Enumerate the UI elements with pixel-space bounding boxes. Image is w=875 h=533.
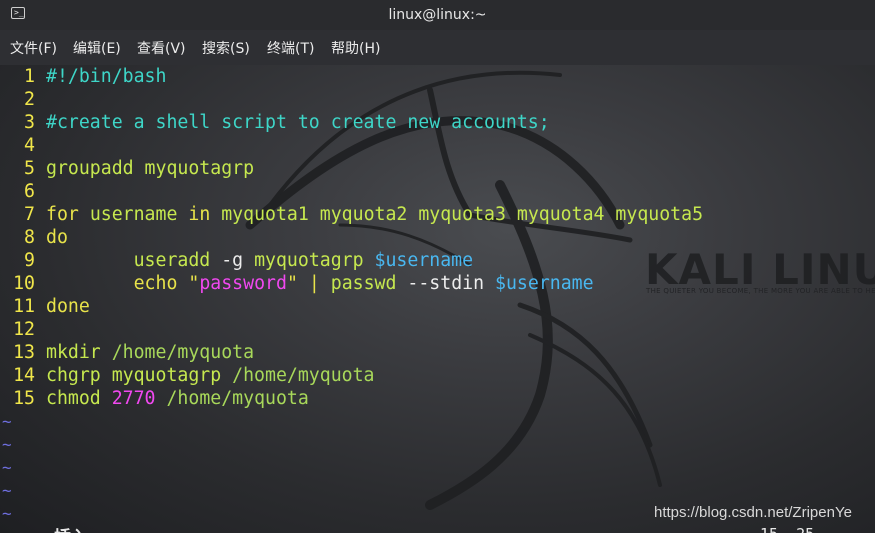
code-token: -g [221,250,244,271]
code-token: useradd [133,250,211,271]
menu-file[interactable]: 文件(F) [10,30,57,65]
code-token: $username [495,273,594,294]
tilde-marker: ~ [2,458,12,477]
menu-search[interactable]: 搜索(S) [202,30,250,65]
cursor-position: 15, 25 [760,525,814,533]
terminal-area[interactable]: KALI LINUX THE QUIETER YOU BECOME, THE M… [0,65,875,533]
line-number: 5 [24,158,35,179]
tilde-marker: ~ [2,481,12,500]
line-number: 12 [13,319,35,340]
code-line: 10 echo "password" | passwd --stdin $use… [0,272,594,295]
code-token: #create a shell script to create new acc… [46,112,550,133]
code-line: 14 chgrp myquotagrp /home/myquota [0,364,375,387]
code-token: #!/bin/bash [46,66,167,87]
line-number: 2 [24,89,35,110]
code-line: 1 #!/bin/bash [0,65,166,88]
code-line: 4 [0,134,46,157]
code-token: myquotagrp [254,250,364,271]
tilde-marker: ~ [2,412,12,431]
code-token: myquotagrp [111,365,222,386]
line-number: 14 [13,365,35,386]
code-token: | [297,273,331,294]
code-line: 6 [0,180,46,203]
code-line: 15 chmod 2770 /home/myquota [0,387,309,410]
code-token: echo [133,273,178,294]
menu-bar: 文件(F) 编辑(E) 查看(V) 搜索(S) 终端(T) 帮助(H) [0,30,875,66]
window-title: linux@linux:~ [388,7,487,23]
code-line: 11 done [0,295,90,318]
vim-mode-indicator: -- 插入 -- [34,523,108,533]
line-number: 6 [24,181,35,202]
code-token: do [46,227,68,248]
line-number: 4 [24,135,35,156]
line-number: 10 [13,273,35,294]
code-line: 9 useradd -g myquotagrp $username [0,249,473,272]
code-token: password [199,273,287,294]
code-line: 12 [0,318,46,341]
line-number: 3 [24,112,35,133]
code-line: 8 do [0,226,68,249]
title-bar: >_ linux@linux:~ [0,0,875,30]
tilde-marker: ~ [2,435,12,454]
code-line: 2 [0,88,46,111]
line-number: 7 [24,204,35,225]
line-number: 8 [24,227,35,248]
code-token: passwd [330,273,397,294]
line-number: 15 [13,388,35,409]
code-line: 7 for username in myquota1 myquota2 myquo… [0,203,703,226]
watermark: https://blog.csdn.net/ZripenYe [654,504,852,521]
code-token: mkdir [46,342,101,363]
code-token: 2770 [111,388,156,409]
code-token: /home/myquota [232,365,375,386]
code-token: groupadd myquotagrp [46,158,255,179]
code-token: in [188,204,211,225]
kali-dragon-logo [245,70,662,510]
code-token: /home/myquota [166,388,309,409]
kali-tagline: THE QUIETER YOU BECOME, THE MORE YOU ARE… [646,287,875,295]
code-line: 3 #create a shell script to create new ac… [0,111,550,134]
code-token: " [286,273,298,294]
code-token: /home/myquota [111,342,255,363]
code-token: for [46,204,79,225]
line-number: 13 [13,342,35,363]
code-token: chmod [46,388,101,409]
code-token: username [89,204,178,225]
line-number: 9 [24,250,35,271]
line-number: 11 [13,296,35,317]
menu-edit[interactable]: 编辑(E) [73,30,121,65]
line-number: 1 [24,66,35,87]
code-token: --stdin [407,273,485,294]
terminal-window: >_ linux@linux:~ 文件(F) 编辑(E) 查看(V) 搜索(S)… [0,0,875,533]
menu-terminal[interactable]: 终端(T) [267,30,314,65]
tilde-marker: ~ [2,504,12,523]
code-token: $username [374,250,474,271]
menu-help[interactable]: 帮助(H) [331,30,380,65]
code-line: 13 mkdir /home/myquota [0,341,254,364]
code-token: " [188,273,200,294]
code-token: chgrp [46,365,101,386]
menu-view[interactable]: 查看(V) [137,30,186,65]
code-token: myquota1 myquota2 myquota3 myquota4 myqu… [221,204,704,225]
code-line: 5 groupadd myquotagrp [0,157,254,180]
code-token: done [46,296,90,317]
